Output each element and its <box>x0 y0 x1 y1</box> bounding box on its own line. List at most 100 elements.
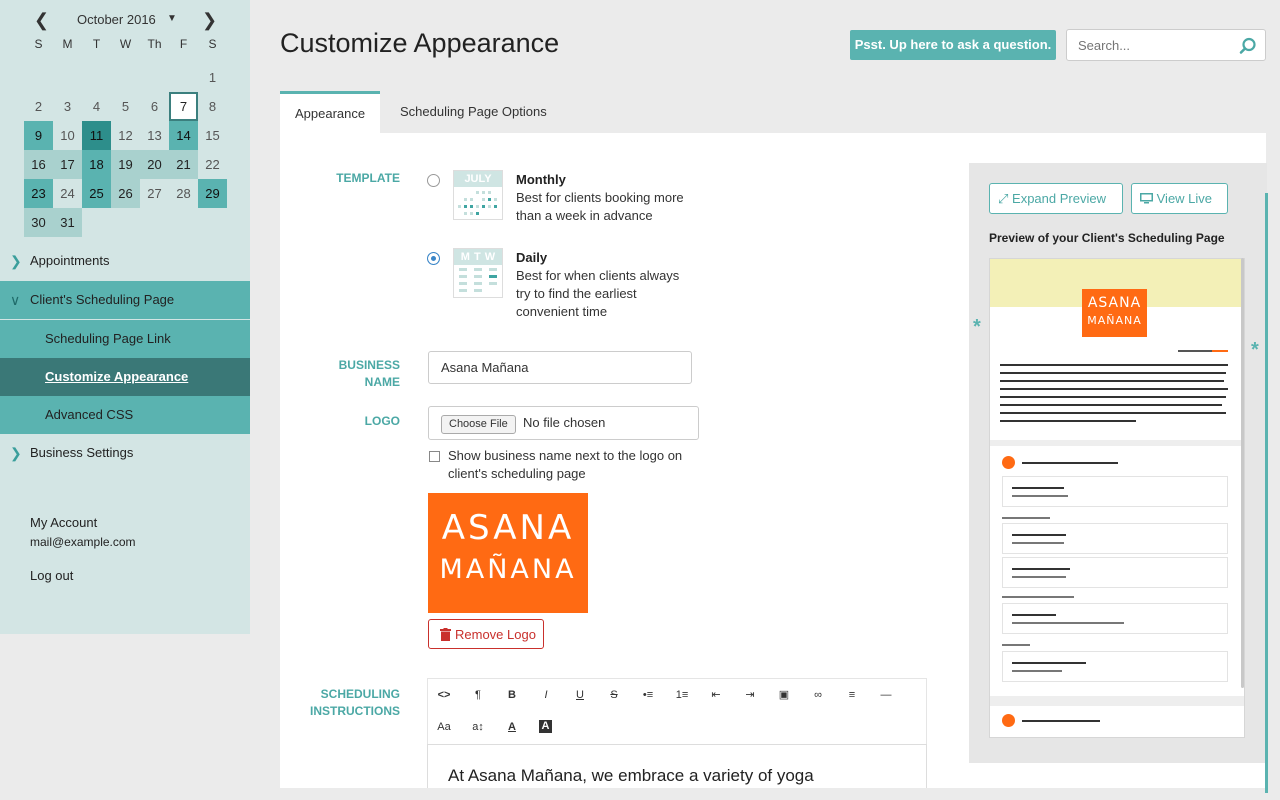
tab-appearance[interactable]: Appearance <box>280 91 381 133</box>
code-view-button[interactable]: <> <box>433 684 455 706</box>
show-business-name-checkbox[interactable] <box>429 451 440 462</box>
instructions-label-2: INSTRUCTIONS <box>310 704 400 718</box>
calendar-day[interactable]: 26 <box>111 179 140 208</box>
numbered-list-button[interactable]: 1≡ <box>671 684 693 706</box>
calendar-day[interactable]: 8 <box>198 92 227 121</box>
choose-file-button[interactable]: Choose File <box>441 415 516 434</box>
calendar-day[interactable]: 15 <box>198 121 227 150</box>
page-title: Customize Appearance <box>280 28 560 58</box>
calendar-day[interactable]: 18 <box>82 150 111 179</box>
daily-desc-3: convenient time <box>516 304 608 319</box>
nav-appointments[interactable]: ❯ Appointments <box>0 242 250 280</box>
calendar-day[interactable]: 19 <box>111 150 140 179</box>
calendar-day[interactable]: 21 <box>169 150 198 179</box>
calendar-day[interactable]: 30 <box>24 208 53 237</box>
preview-line <box>1012 568 1070 570</box>
expand-icon: ⤢ <box>998 191 1009 206</box>
calendar-day[interactable]: 20 <box>140 150 169 179</box>
chevron-down-icon: ∨ <box>10 292 21 308</box>
preview-scrollbar[interactable] <box>1241 258 1244 688</box>
preview-panel: ⤢ Expand Preview View Live Preview of yo… <box>969 163 1268 793</box>
search-input[interactable] <box>1067 30 1232 60</box>
bold-button[interactable]: B <box>501 684 523 706</box>
daily-icon-label: M T W <box>454 249 502 265</box>
preview-logo-text-2: MAÑANA <box>1087 314 1142 327</box>
font-button[interactable]: Aa <box>433 716 455 738</box>
calendar-day[interactable]: 1 <box>198 63 227 92</box>
preview-caption: Preview of your Client's Scheduling Page <box>989 231 1225 245</box>
underline-button[interactable]: U <box>569 684 591 706</box>
calendar-day[interactable]: 11 <box>82 121 111 150</box>
template-label: TEMPLATE <box>336 171 400 185</box>
calendar-day[interactable]: 17 <box>53 150 82 179</box>
calendar-day[interactable]: 14 <box>169 121 198 150</box>
image-button[interactable]: ▣ <box>773 684 795 706</box>
align-button[interactable]: ≡ <box>841 684 863 706</box>
preview-divider <box>990 440 1244 446</box>
tab-scheduling-page-options[interactable]: Scheduling Page Options <box>385 91 562 133</box>
calendar-day[interactable]: 4 <box>82 92 111 121</box>
logout-link[interactable]: Log out <box>30 568 73 583</box>
search-icon[interactable] <box>1239 37 1257 55</box>
nav-advanced-css[interactable]: Advanced CSS <box>0 396 250 434</box>
preview-line <box>1012 614 1056 616</box>
remove-logo-button[interactable]: Remove Logo <box>428 619 544 649</box>
italic-button[interactable]: I <box>535 684 557 706</box>
font-size-button[interactable]: a↕ <box>467 716 489 738</box>
ask-question-button[interactable]: Psst. Up here to ask a question. <box>850 30 1056 60</box>
preview-line <box>1000 372 1226 374</box>
calendar-day[interactable]: 29 <box>198 179 227 208</box>
strikethrough-button[interactable]: S <box>603 684 625 706</box>
preview-line <box>1002 644 1030 646</box>
outdent-button[interactable]: ⇤ <box>705 684 727 706</box>
main-area: Customize Appearance Psst. Up here to as… <box>250 0 1280 800</box>
daily-calendar-icon: M T W <box>453 248 503 298</box>
calendar-day[interactable]: 13 <box>140 121 169 150</box>
link-button[interactable]: ∞ <box>807 684 829 706</box>
calendar-day[interactable]: 22 <box>198 150 227 179</box>
nav-customize-appearance[interactable]: Customize Appearance <box>0 358 250 396</box>
next-month-button[interactable]: ❯ <box>202 10 217 30</box>
calendar-day[interactable]: 2 <box>24 92 53 121</box>
preview-line <box>1212 350 1228 352</box>
calendar-day[interactable]: 10 <box>53 121 82 150</box>
calendar-day[interactable]: 9 <box>24 121 53 150</box>
my-account-link[interactable]: My Account <box>30 515 97 530</box>
calendar-day[interactable]: 28 <box>169 179 198 208</box>
calendar-month-label[interactable]: October 2016 <box>77 12 156 27</box>
text-color-button[interactable]: A <box>501 716 523 738</box>
horizontal-rule-button[interactable]: — <box>875 684 897 706</box>
preview-line <box>1178 350 1212 352</box>
nav-scheduling-page-link[interactable]: Scheduling Page Link <box>0 320 250 358</box>
expand-preview-button[interactable]: ⤢ Expand Preview <box>989 183 1123 214</box>
instructions-editor[interactable]: At Asana Mañana, we embrace a variety of… <box>427 744 927 788</box>
bullet-list-button[interactable]: •≡ <box>637 684 659 706</box>
preview-line <box>1022 462 1118 464</box>
highlight-color-button[interactable]: A <box>539 720 552 733</box>
calendar-day[interactable]: 23 <box>24 179 53 208</box>
calendar-day[interactable]: 5 <box>111 92 140 121</box>
calendar-day-today[interactable]: 7 <box>169 92 198 121</box>
paragraph-button[interactable]: ¶ <box>467 684 489 706</box>
preview-slot <box>1002 476 1228 507</box>
preview-line <box>1012 487 1064 489</box>
calendar-day[interactable]: 16 <box>24 150 53 179</box>
calendar-day[interactable]: 25 <box>82 179 111 208</box>
indent-button[interactable]: ⇥ <box>739 684 761 706</box>
calendar-day[interactable]: 24 <box>53 179 82 208</box>
calendar-day[interactable]: 31 <box>53 208 82 237</box>
business-name-input[interactable] <box>428 351 692 384</box>
nav-clients-scheduling-page[interactable]: ∨ Client's Scheduling Page <box>0 281 250 319</box>
calendar-day[interactable]: 27 <box>140 179 169 208</box>
nav-business-settings[interactable]: ❯ Business Settings <box>0 434 250 472</box>
chevron-down-icon[interactable]: ▼ <box>167 13 177 24</box>
monthly-radio[interactable] <box>427 174 440 187</box>
daily-title: Daily <box>516 250 548 265</box>
view-live-button[interactable]: View Live <box>1131 183 1228 214</box>
prev-month-button[interactable]: ❮ <box>34 10 49 30</box>
daily-desc-2: try to find the earliest <box>516 286 637 301</box>
calendar-day[interactable]: 3 <box>53 92 82 121</box>
daily-radio[interactable] <box>427 252 440 265</box>
calendar-day[interactable]: 12 <box>111 121 140 150</box>
calendar-day[interactable]: 6 <box>140 92 169 121</box>
